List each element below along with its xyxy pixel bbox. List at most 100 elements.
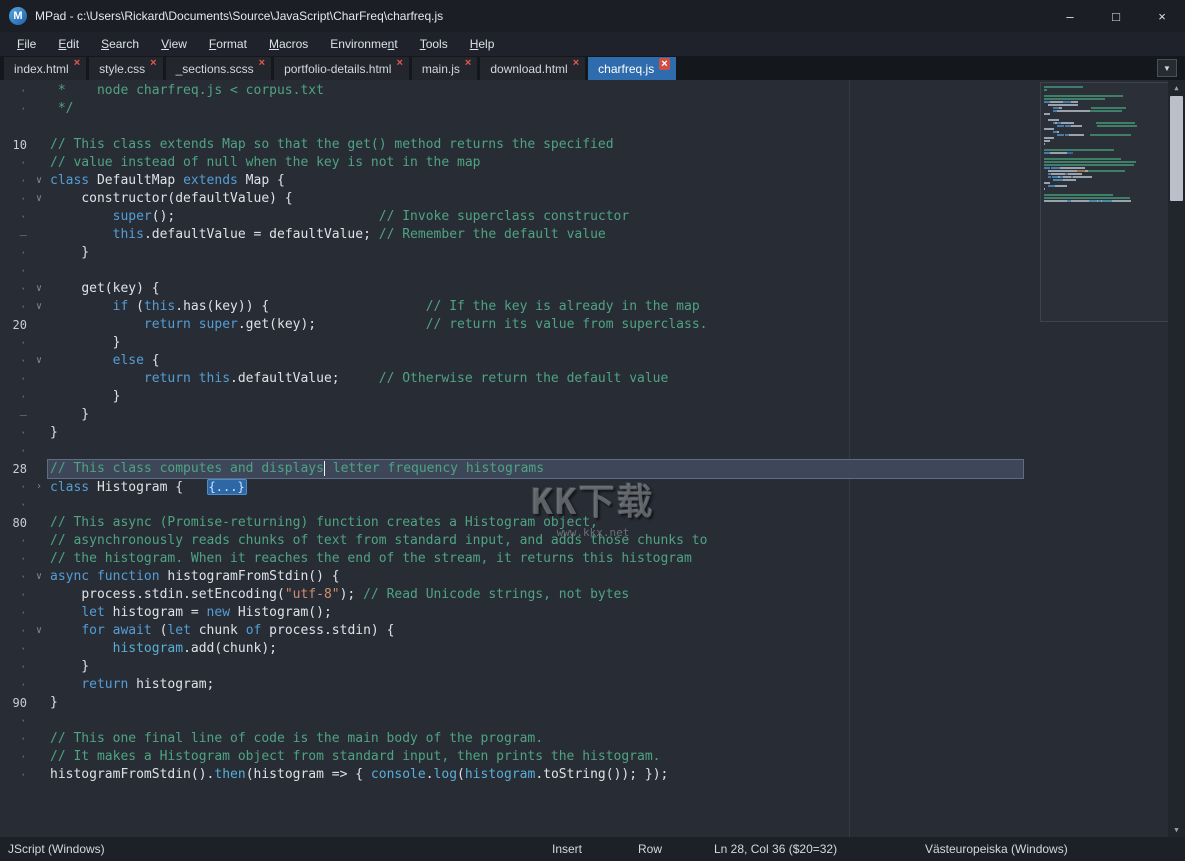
tab-close-icon[interactable]: × [465,57,471,69]
menu-file[interactable]: File [6,34,47,54]
code-line[interactable]: · ∨ get(key) { [0,280,1168,298]
code-line[interactable]: · return histogram; [0,676,1168,694]
code-line[interactable]: · [0,262,1168,280]
menu-help[interactable]: Help [459,34,506,54]
code-line[interactable]: · [0,712,1168,730]
code-line[interactable]: · } [0,658,1168,676]
code-line[interactable]: · ∨ async function histogramFromStdin() { [0,568,1168,586]
close-button[interactable]: × [1139,0,1185,32]
line-number: · [19,588,27,602]
code-line[interactable]: · [0,496,1168,514]
fold-column [30,586,48,604]
scrollbar-thumb[interactable] [1170,96,1183,201]
minimize-button[interactable]: – [1047,0,1093,32]
fold-closed-icon[interactable]: › [30,478,48,496]
fold-open-icon[interactable]: ∨ [30,298,48,316]
line-text: } [50,659,90,674]
tab-portfolio-details.html[interactable]: portfolio-details.html × [274,57,409,80]
code-line[interactable]: · return this.defaultValue; // Otherwise… [0,370,1168,388]
tab-main.js[interactable]: main.js × [411,57,478,80]
fold-open-icon[interactable]: ∨ [30,352,48,370]
vertical-scrollbar[interactable]: ▲ ▼ [1168,80,1185,837]
maximize-button[interactable]: □ [1093,0,1139,32]
code-line[interactable]: 28 // This class computes and displays le… [0,459,1168,479]
code-line[interactable]: · * node charfreq.js < corpus.txt [0,82,1168,100]
line-text [48,118,1023,136]
code-line[interactable]: · let histogram = new Histogram(); [0,604,1168,622]
line-text: // This one final line of code is the ma… [50,731,544,746]
code-editor[interactable]: · * node charfreq.js < corpus.txt · */ 10/… [0,80,1185,837]
code-line[interactable]: · histogramFromStdin().then(histogram => … [0,766,1168,784]
code-line[interactable]: · } [0,388,1168,406]
tab-close-icon[interactable]: × [659,58,670,70]
tab-list-dropdown-button[interactable]: ▼ [1157,59,1177,77]
code-line[interactable]: · ∨ constructor(defaultValue) { [0,190,1168,208]
fold-open-icon[interactable]: ∨ [30,172,48,190]
code-line[interactable]: · } [0,244,1168,262]
tab-charfreq.js[interactable]: charfreq.js × [588,57,676,80]
scroll-down-icon[interactable]: ▼ [1168,822,1185,837]
code-line[interactable]: · // the histogram. When it reaches the e… [0,550,1168,568]
code-line[interactable]: · ∨ class DefaultMap extends Map { [0,172,1168,190]
code-line[interactable]: · [0,442,1168,460]
fold-column [30,712,48,730]
menu-macros[interactable]: Macros [258,34,319,54]
code-line[interactable]: · // This one final line of code is the m… [0,730,1168,748]
fold-column [30,208,48,226]
code-line[interactable]: 10 // This class extends Map so that the … [0,136,1168,154]
menu-view[interactable]: View [150,34,198,54]
tab-index.html[interactable]: index.html × [4,57,87,80]
fold-open-icon[interactable]: ∨ [30,280,48,298]
app-icon: M [9,7,27,25]
fold-open-icon[interactable]: ∨ [30,622,48,640]
code-line[interactable]: – } [0,406,1168,424]
code-line[interactable]: · ∨ if (this.has(key)) { // If the key is… [0,298,1168,316]
line-number: · [19,84,27,98]
code-line[interactable]: · › class Histogram { {...} [0,478,1168,496]
tab-close-icon[interactable]: × [259,57,265,69]
menu-edit[interactable]: Edit [47,34,90,54]
chevron-down-icon: ▼ [1163,63,1171,73]
code-line[interactable] [0,118,1168,136]
code-line[interactable]: · ∨ for await (let chunk of process.stdin… [0,622,1168,640]
code-line[interactable]: · // It makes a Histogram object from sta… [0,748,1168,766]
code-line[interactable]: – this.defaultValue = defaultValue; // R… [0,226,1168,244]
code-line[interactable]: · histogram.add(chunk); [0,640,1168,658]
tab-close-icon[interactable]: × [573,57,579,69]
code-line[interactable]: · // asynchronously reads chunks of text … [0,532,1168,550]
code-line[interactable]: · // value instead of null when the key i… [0,154,1168,172]
minimap[interactable] [1040,82,1173,322]
tab-close-icon[interactable]: × [396,57,402,69]
code-line[interactable]: · process.stdin.setEncoding("utf-8"); //… [0,586,1168,604]
tab-download.html[interactable]: download.html × [480,57,586,80]
tab-_sections.scss[interactable]: _sections.scss × [165,57,272,80]
status-language: JScript (Windows) [8,842,105,856]
code-line[interactable]: · super(); // Invoke superclass construc… [0,208,1168,226]
tab-close-icon[interactable]: × [74,57,80,69]
fold-open-icon[interactable]: ∨ [30,190,48,208]
code-line[interactable]: · */ [0,100,1168,118]
code-line[interactable]: 90} [0,694,1168,712]
line-text: } [50,407,90,422]
menu-environment[interactable]: Environment [319,34,408,54]
code-line[interactable]: ·} [0,424,1168,442]
fold-column [30,388,48,406]
fold-column [30,550,48,568]
fold-column [30,442,48,460]
line-number: · [19,300,27,314]
code-line[interactable]: 80 // This async (Promise-returning) func… [0,514,1168,532]
fold-column [30,496,48,514]
code-line[interactable]: · ∨ else { [0,352,1168,370]
tab-style.css[interactable]: style.css × [89,57,163,80]
fold-column [30,226,48,244]
code-line[interactable]: · } [0,334,1168,352]
menu-search[interactable]: Search [90,34,150,54]
menu-format[interactable]: Format [198,34,258,54]
tab-close-icon[interactable]: × [150,57,156,69]
line-number: · [19,426,27,440]
tab-label: main.js [421,61,460,76]
menu-tools[interactable]: Tools [409,34,459,54]
fold-open-icon[interactable]: ∨ [30,568,48,586]
scroll-up-icon[interactable]: ▲ [1168,80,1185,95]
code-line[interactable]: 20 return super.get(key); // return its … [0,316,1168,334]
